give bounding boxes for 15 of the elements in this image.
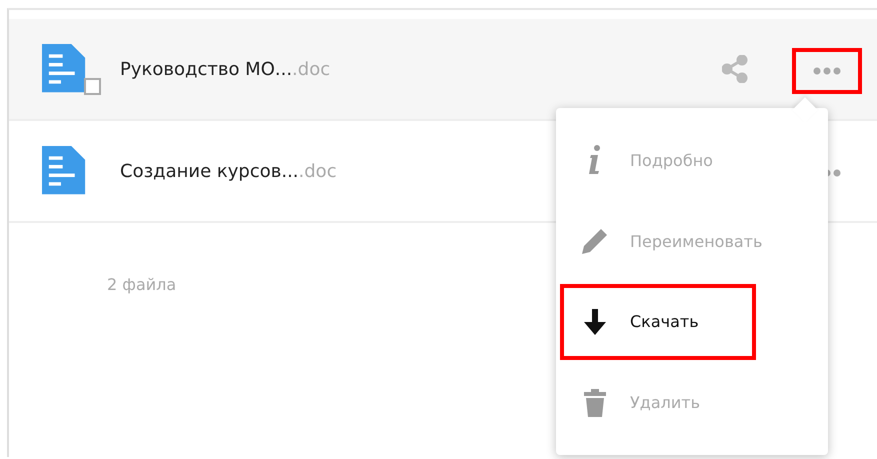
file-name[interactable]: Создание курсов... (120, 160, 299, 182)
pencil-icon (581, 227, 609, 256)
file-extension: .doc (292, 58, 330, 80)
file-extension: .doc (298, 160, 337, 182)
trash-icon (584, 388, 606, 417)
file-count: 2 файла (107, 275, 176, 294)
download-arrow-icon (583, 308, 607, 335)
menu-item[interactable]: Скачать (560, 284, 756, 360)
more-button[interactable] (792, 48, 862, 94)
file-row[interactable]: Руководство МО....doc (9, 19, 877, 121)
share-icon[interactable] (722, 55, 748, 83)
info-icon (588, 145, 602, 176)
more-icon (813, 67, 841, 75)
file-name[interactable]: Руководство МО... (120, 58, 292, 80)
checkbox[interactable] (84, 78, 101, 95)
